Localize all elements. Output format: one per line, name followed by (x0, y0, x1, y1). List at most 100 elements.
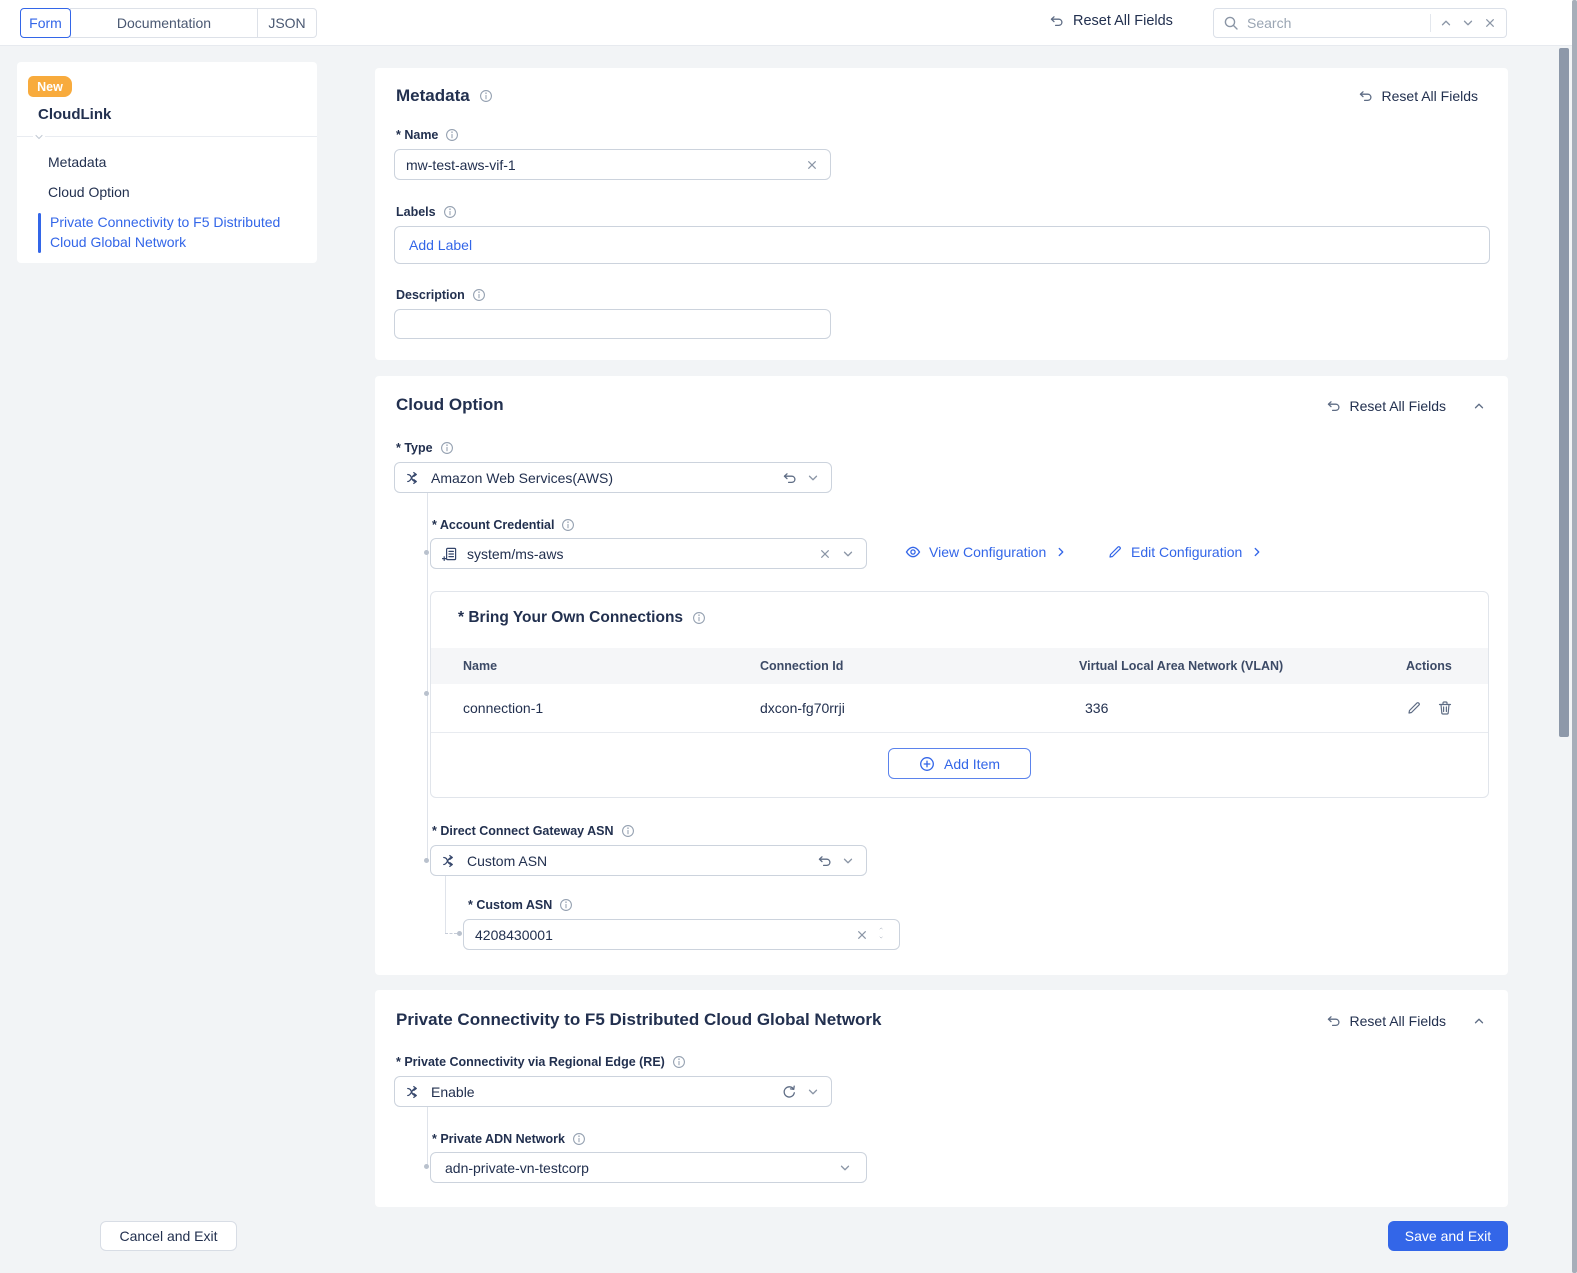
search-prev-chevron-up-icon[interactable] (1439, 16, 1453, 30)
custom-asn-label: * Custom ASN (468, 898, 553, 912)
metadata-reset-all-fields[interactable]: Reset All Fields (1357, 88, 1478, 104)
info-icon[interactable] (692, 611, 706, 625)
nesting-connector-line (427, 1107, 428, 1167)
info-icon[interactable] (443, 205, 457, 219)
tab-form-label: Form (29, 15, 62, 31)
column-header-actions: Actions (1406, 659, 1452, 673)
table-row: connection-1 dxcon-fg70rrji 336 (431, 684, 1488, 733)
cancel-and-exit-button[interactable]: Cancel and Exit (100, 1221, 237, 1251)
search-close-icon[interactable] (1483, 16, 1497, 30)
chevron-right-icon (1250, 545, 1264, 559)
edit-configuration-link[interactable]: Edit Configuration (1107, 544, 1264, 560)
pencil-icon (1107, 544, 1123, 560)
byoc-title: * Bring Your Own Connections (458, 609, 684, 626)
cell-vlan: 336 (1085, 700, 1109, 716)
cloud-option-reset-all-fields[interactable]: Reset All Fields (1325, 398, 1446, 414)
add-item-label: Add Item (943, 755, 1001, 772)
sidebar-item-cloud-option[interactable]: Cloud Option (48, 184, 130, 200)
chevron-down-icon[interactable] (838, 1161, 852, 1175)
reset-field-undo-icon[interactable] (781, 470, 797, 486)
one-of-branch-icon (406, 1084, 422, 1100)
re-label: * Private Connectivity via Regional Edge… (396, 1055, 665, 1069)
sidebar-item-metadata[interactable]: Metadata (48, 154, 106, 170)
chevron-down-icon[interactable] (841, 547, 855, 561)
stepper-down-chevron-icon[interactable] (878, 935, 888, 943)
private-connectivity-reset-all-fields[interactable]: Reset All Fields (1325, 1013, 1446, 1029)
info-icon[interactable] (472, 288, 486, 302)
search-input[interactable] (1247, 15, 1422, 31)
clear-close-icon[interactable] (805, 158, 819, 172)
tab-json[interactable]: JSON (257, 8, 317, 38)
chevron-down-icon[interactable] (806, 1085, 820, 1099)
name-label-row: * Name (396, 128, 459, 142)
labels-label-row: Labels (396, 205, 457, 219)
private-connectivity-reset-label: Reset All Fields (1349, 1013, 1446, 1029)
collapse-chevron-up-icon[interactable] (1472, 399, 1486, 413)
dcg-asn-label-row: * Direct Connect Gateway ASN (432, 824, 635, 838)
add-label-button[interactable]: Add Label (409, 237, 472, 253)
info-icon[interactable] (621, 824, 635, 838)
outer-scrollbar[interactable] (1572, 0, 1577, 1273)
custom-asn-input[interactable] (475, 926, 846, 943)
account-credential-label: * Account Credential (432, 518, 555, 532)
metadata-section: Metadata Reset All Fields * Name Labels … (375, 68, 1508, 360)
account-credential-label-row: * Account Credential (432, 518, 575, 532)
private-connectivity-header-actions: Reset All Fields (1325, 1013, 1486, 1029)
name-field (394, 149, 831, 180)
account-credential-select[interactable]: system/ms-aws (430, 538, 867, 569)
stepper-up-chevron-icon[interactable] (878, 926, 888, 934)
dcg-asn-label: * Direct Connect Gateway ASN (432, 824, 614, 838)
dcg-asn-select[interactable]: Custom ASN (430, 845, 867, 876)
search-next-chevron-down-icon[interactable] (1461, 16, 1475, 30)
reset-field-undo-icon[interactable] (816, 853, 832, 869)
metadata-title: Metadata (396, 86, 470, 105)
name-input[interactable] (406, 156, 796, 173)
search-box (1213, 8, 1507, 38)
chevron-down-icon[interactable] (806, 471, 820, 485)
info-icon[interactable] (559, 898, 573, 912)
info-icon[interactable] (572, 1132, 586, 1146)
refresh-redo-icon[interactable] (781, 1084, 797, 1100)
row-delete-trash-icon[interactable] (1437, 700, 1453, 716)
type-label-row: * Type (396, 441, 454, 455)
one-of-branch-icon (406, 470, 422, 486)
private-connectivity-title-row: Private Connectivity to F5 Distributed C… (396, 1010, 882, 1030)
collapse-chevron-up-icon[interactable] (1472, 1014, 1486, 1028)
number-stepper (878, 926, 888, 943)
caret-notch-icon[interactable] (33, 131, 45, 143)
tab-documentation[interactable]: Documentation (70, 8, 258, 38)
re-select[interactable]: Enable (394, 1076, 832, 1107)
description-input[interactable] (406, 316, 819, 332)
dcg-asn-value: Custom ASN (467, 852, 548, 869)
chevron-down-icon[interactable] (841, 854, 855, 868)
clear-close-icon[interactable] (855, 928, 869, 942)
reset-all-fields-header[interactable]: Reset All Fields (1048, 13, 1173, 29)
save-and-exit-button[interactable]: Save and Exit (1388, 1221, 1508, 1251)
one-of-branch-icon (442, 853, 458, 869)
labels-field[interactable]: Add Label (394, 226, 1490, 264)
undo-icon (1048, 13, 1064, 29)
adn-network-select[interactable]: adn-private-vn-testcorp (430, 1152, 867, 1183)
connector-dot (424, 691, 429, 696)
adn-label-row: * Private ADN Network (432, 1132, 586, 1146)
type-select[interactable]: Amazon Web Services(AWS) (394, 462, 832, 493)
connector-dot (424, 550, 429, 555)
info-icon[interactable] (561, 518, 575, 532)
inner-scrollbar-thumb[interactable] (1559, 48, 1569, 737)
metadata-title-row: Metadata (396, 86, 493, 106)
clear-close-icon[interactable] (818, 547, 832, 561)
info-icon[interactable] (440, 441, 454, 455)
view-configuration-link[interactable]: View Configuration (905, 544, 1068, 560)
custom-asn-field (463, 919, 900, 950)
info-icon[interactable] (479, 89, 493, 103)
description-label: Description (396, 288, 465, 302)
tab-form[interactable]: Form (20, 8, 71, 38)
info-icon[interactable] (672, 1055, 686, 1069)
custom-asn-label-row: * Custom ASN (468, 898, 573, 912)
info-icon[interactable] (445, 128, 459, 142)
add-item-button[interactable]: Add Item (888, 748, 1031, 779)
cloudlink-form-page: Form Documentation JSON Reset All Fields… (0, 0, 1577, 1273)
row-edit-pencil-icon[interactable] (1406, 700, 1422, 716)
sidebar-item-private-connectivity[interactable]: Private Connectivity to F5 Distributed C… (50, 212, 304, 252)
type-label: * Type (396, 441, 433, 455)
